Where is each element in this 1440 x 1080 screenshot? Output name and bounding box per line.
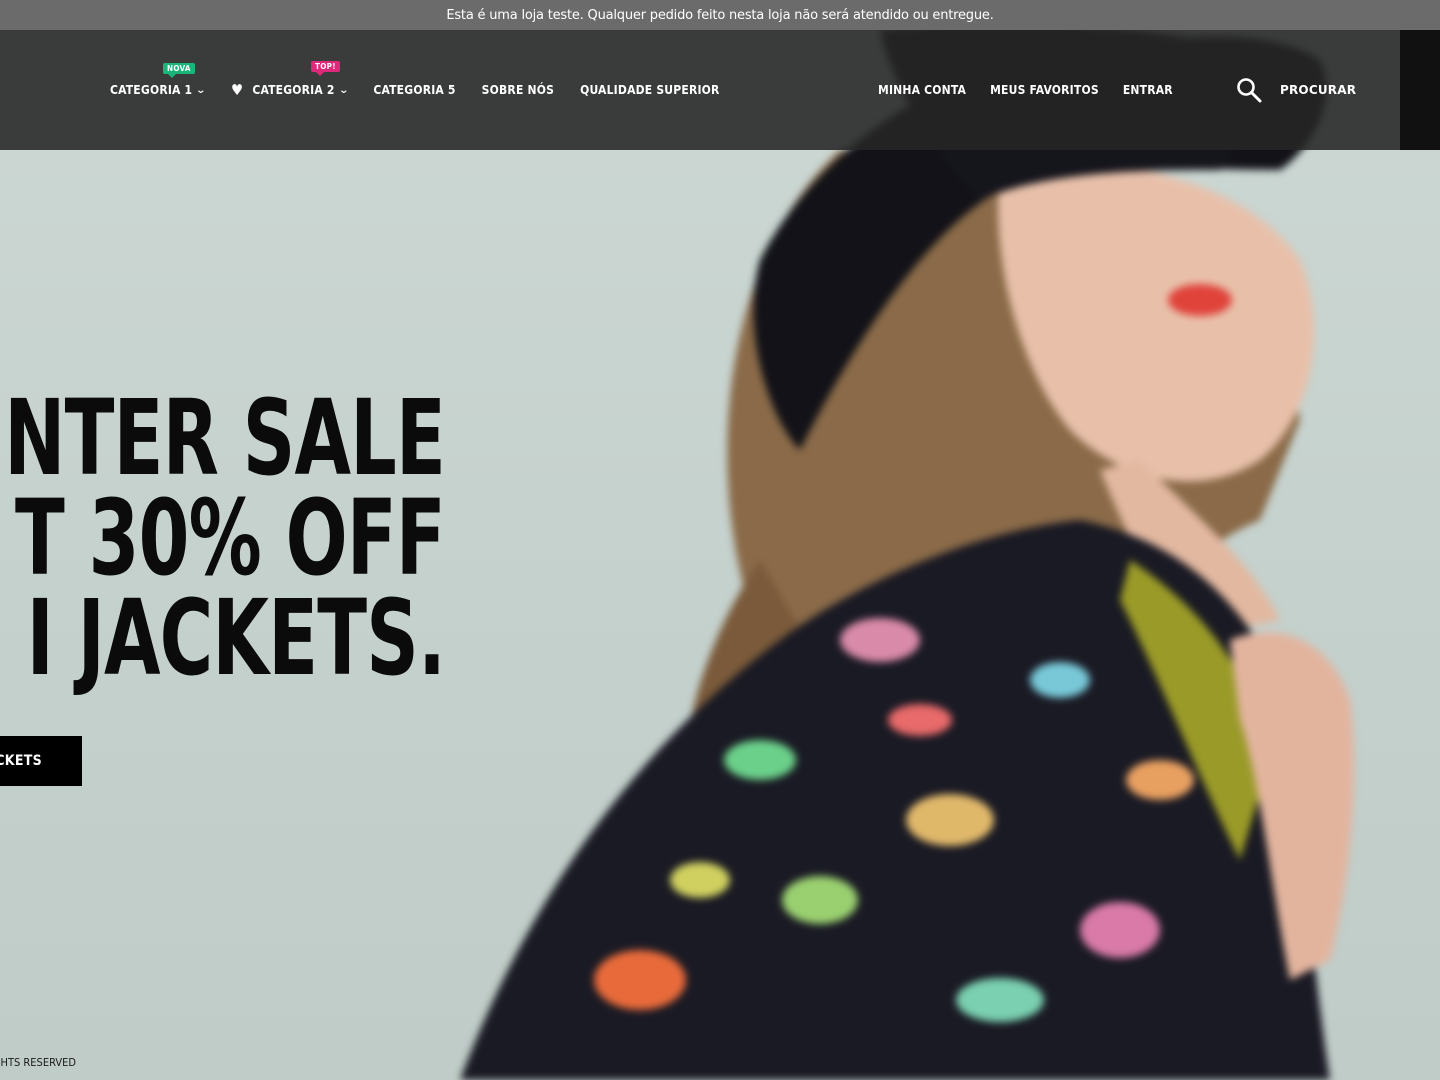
site-header: NOVA CATEGORIA 1 ⌄ TOP! ♥ CATEGORIA 2 ⌄ … [0, 30, 1440, 150]
nav-item-label: MEUS FAVORITOS [990, 83, 1099, 97]
cta-label: ACKETS [0, 753, 42, 769]
nav-item-label: MINHA CONTA [878, 83, 967, 97]
heart-icon: ♥ [231, 81, 244, 99]
shop-jackets-button[interactable]: ACKETS [0, 736, 82, 786]
new-badge: NOVA [163, 63, 195, 78]
headline-line-3: I JACKETS. [26, 577, 446, 699]
headline-line-1: NTER SALE [4, 377, 446, 499]
chevron-down-icon: ⌄ [338, 84, 349, 96]
main-nav: NOVA CATEGORIA 1 ⌄ TOP! ♥ CATEGORIA 2 ⌄ … [110, 30, 746, 150]
account-nav: MINHA CONTA MEUS FAVORITOS ENTRAR [878, 30, 1197, 150]
nav-item-categoria-1[interactable]: NOVA CATEGORIA 1 ⌄ [110, 63, 207, 97]
hero-headline: NTER SALE T 30% OFF I JACKETS. [4, 377, 446, 699]
header-right-strip [1400, 30, 1440, 150]
headline-line-2: T 30% OFF [15, 477, 446, 599]
top-badge: TOP! [311, 61, 340, 76]
nav-item-label: QUALIDADE SUPERIOR [580, 83, 720, 97]
test-store-notice: Esta é uma loja teste. Qualquer pedido f… [0, 0, 1440, 30]
chevron-down-icon: ⌄ [195, 84, 207, 96]
copyright-text: GHTS RESERVED. [0, 1056, 76, 1072]
search-label: PROCURAR [1280, 83, 1357, 97]
nav-item-label: ENTRAR [1122, 83, 1173, 97]
search-icon [1237, 78, 1262, 103]
nav-item-label: CATEGORIA 5 [373, 83, 456, 97]
nav-item-label: CATEGORIA 1 [110, 83, 193, 97]
nav-item-label: CATEGORIA 2 [252, 83, 335, 97]
search-button[interactable]: PROCURAR [1236, 30, 1356, 150]
notice-text: Esta é uma loja teste. Qualquer pedido f… [446, 7, 994, 23]
nav-item-categoria-2[interactable]: TOP! ♥ CATEGORIA 2 ⌄ [231, 61, 349, 99]
my-account-link[interactable]: MINHA CONTA [878, 83, 966, 97]
nav-item-label: SOBRE NÓS [481, 83, 555, 97]
copyright-label: GHTS RESERVED. [0, 1056, 76, 1069]
nav-item-categoria-5[interactable]: CATEGORIA 5 [373, 83, 455, 97]
nav-item-sobre-nos[interactable]: SOBRE NÓS [482, 83, 554, 97]
favorites-link[interactable]: MEUS FAVORITOS [990, 83, 1099, 97]
nav-item-qualidade-superior[interactable]: QUALIDADE SUPERIOR [580, 83, 720, 97]
login-link[interactable]: ENTRAR [1123, 83, 1173, 97]
